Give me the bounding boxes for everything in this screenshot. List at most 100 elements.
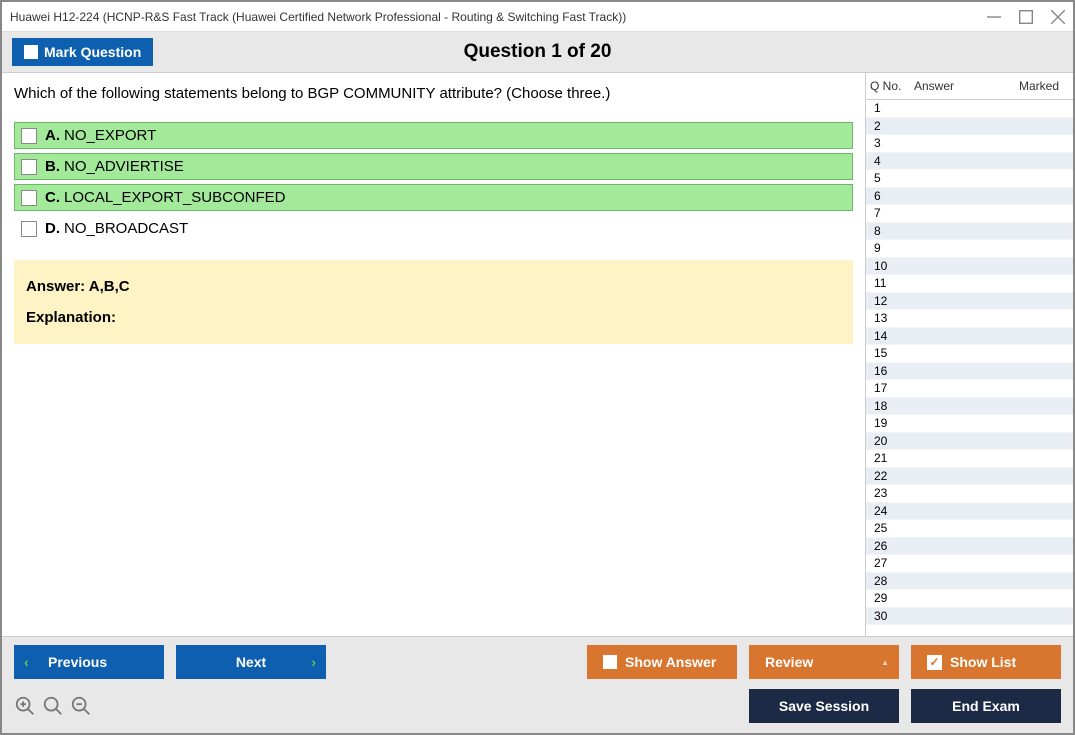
list-item[interactable]: 14 (866, 328, 1073, 346)
show-answer-button[interactable]: Show Answer (587, 645, 737, 679)
row-qno: 14 (870, 329, 914, 343)
list-item[interactable]: 23 (866, 485, 1073, 503)
options-list: A. NO_EXPORT B. NO_ADVIERTISE C. LOCAL_EXP… (14, 122, 853, 242)
zoom-controls (14, 695, 92, 717)
question-list[interactable]: 1234567891011121314151617181920212223242… (866, 100, 1073, 636)
zoom-in-icon[interactable] (14, 695, 36, 717)
list-item[interactable]: 15 (866, 345, 1073, 363)
list-item[interactable]: 24 (866, 503, 1073, 521)
row-qno: 7 (870, 206, 914, 220)
list-item[interactable]: 2 (866, 118, 1073, 136)
option-text: NO_EXPORT (64, 127, 156, 144)
row-qno: 1 (870, 101, 914, 115)
row-qno: 10 (870, 259, 914, 273)
show-answer-checkbox-icon (603, 655, 617, 669)
row-qno: 28 (870, 574, 914, 588)
row-qno: 2 (870, 119, 914, 133)
row-qno: 23 (870, 486, 914, 500)
list-item[interactable]: 20 (866, 433, 1073, 451)
option-row[interactable]: C. LOCAL_EXPORT_SUBCONFED (14, 184, 853, 211)
question-text: Which of the following statements belong… (14, 83, 853, 104)
window-title: Huawei H12-224 (HCNP-R&S Fast Track (Hua… (10, 10, 987, 24)
save-session-label: Save Session (779, 698, 869, 714)
list-item[interactable]: 5 (866, 170, 1073, 188)
row-qno: 22 (870, 469, 914, 483)
list-item[interactable]: 28 (866, 573, 1073, 591)
list-item[interactable]: 16 (866, 363, 1073, 381)
list-item[interactable]: 11 (866, 275, 1073, 293)
option-row[interactable]: D. NO_BROADCAST (14, 215, 853, 242)
next-label: Next (236, 654, 266, 670)
answer-line: Answer: A,B,C (26, 278, 841, 295)
list-item[interactable]: 6 (866, 188, 1073, 206)
previous-button[interactable]: ‹ Previous (14, 645, 164, 679)
row-qno: 11 (870, 276, 914, 290)
list-item[interactable]: 9 (866, 240, 1073, 258)
list-item[interactable]: 27 (866, 555, 1073, 573)
footer: ‹ Previous Next › Show Answer Review ▲ ✓… (2, 636, 1073, 733)
window-controls (987, 10, 1065, 24)
explanation-label: Explanation: (26, 309, 841, 326)
row-qno: 24 (870, 504, 914, 518)
list-item[interactable]: 3 (866, 135, 1073, 153)
list-item[interactable]: 18 (866, 398, 1073, 416)
list-item[interactable]: 12 (866, 293, 1073, 311)
row-qno: 8 (870, 224, 914, 238)
previous-label: Previous (48, 654, 107, 670)
minimize-icon[interactable] (987, 10, 1001, 24)
save-session-button[interactable]: Save Session (749, 689, 899, 723)
maximize-icon[interactable] (1019, 10, 1033, 24)
show-list-button[interactable]: ✓ Show List (911, 645, 1061, 679)
row-qno: 9 (870, 241, 914, 255)
list-item[interactable]: 30 (866, 608, 1073, 626)
dropdown-icon: ▲ (881, 658, 889, 667)
list-item[interactable]: 4 (866, 153, 1073, 171)
show-list-label: Show List (950, 654, 1016, 670)
list-item[interactable]: 21 (866, 450, 1073, 468)
option-text: NO_ADVIERTISE (64, 158, 184, 175)
option-text: LOCAL_EXPORT_SUBCONFED (64, 189, 285, 206)
row-qno: 5 (870, 171, 914, 185)
header-bar: Mark Question Question 1 of 20 (2, 32, 1073, 73)
list-item[interactable]: 22 (866, 468, 1073, 486)
option-row[interactable]: B. NO_ADVIERTISE (14, 153, 853, 180)
list-item[interactable]: 25 (866, 520, 1073, 538)
option-checkbox[interactable] (21, 128, 37, 144)
review-button[interactable]: Review ▲ (749, 645, 899, 679)
list-item[interactable]: 7 (866, 205, 1073, 223)
list-item[interactable]: 1 (866, 100, 1073, 118)
row-qno: 25 (870, 521, 914, 535)
close-icon[interactable] (1051, 10, 1065, 24)
option-letter: A. (45, 127, 60, 144)
list-item[interactable]: 13 (866, 310, 1073, 328)
app-window: Huawei H12-224 (HCNP-R&S Fast Track (Hua… (0, 0, 1075, 735)
end-exam-button[interactable]: End Exam (911, 689, 1061, 723)
mark-checkbox-icon (24, 45, 38, 59)
list-item[interactable]: 26 (866, 538, 1073, 556)
zoom-reset-icon[interactable] (42, 695, 64, 717)
list-item[interactable]: 17 (866, 380, 1073, 398)
next-button[interactable]: Next › (176, 645, 326, 679)
list-item[interactable]: 8 (866, 223, 1073, 241)
row-qno: 17 (870, 381, 914, 395)
list-item[interactable]: 10 (866, 258, 1073, 276)
list-header: Q No. Answer Marked (866, 73, 1073, 100)
row-qno: 6 (870, 189, 914, 203)
chevron-right-icon: › (311, 654, 316, 670)
col-answer: Answer (914, 79, 1019, 93)
question-panel: Which of the following statements belong… (2, 73, 865, 636)
option-checkbox[interactable] (21, 221, 37, 237)
list-item[interactable]: 29 (866, 590, 1073, 608)
question-counter: Question 1 of 20 (464, 41, 612, 63)
option-row[interactable]: A. NO_EXPORT (14, 122, 853, 149)
option-checkbox[interactable] (21, 159, 37, 175)
main-area: Which of the following statements belong… (2, 73, 1073, 636)
show-list-checkbox-icon: ✓ (927, 655, 942, 670)
row-qno: 27 (870, 556, 914, 570)
zoom-out-icon[interactable] (70, 695, 92, 717)
mark-question-button[interactable]: Mark Question (12, 38, 153, 66)
row-qno: 21 (870, 451, 914, 465)
list-item[interactable]: 19 (866, 415, 1073, 433)
row-qno: 29 (870, 591, 914, 605)
option-checkbox[interactable] (21, 190, 37, 206)
